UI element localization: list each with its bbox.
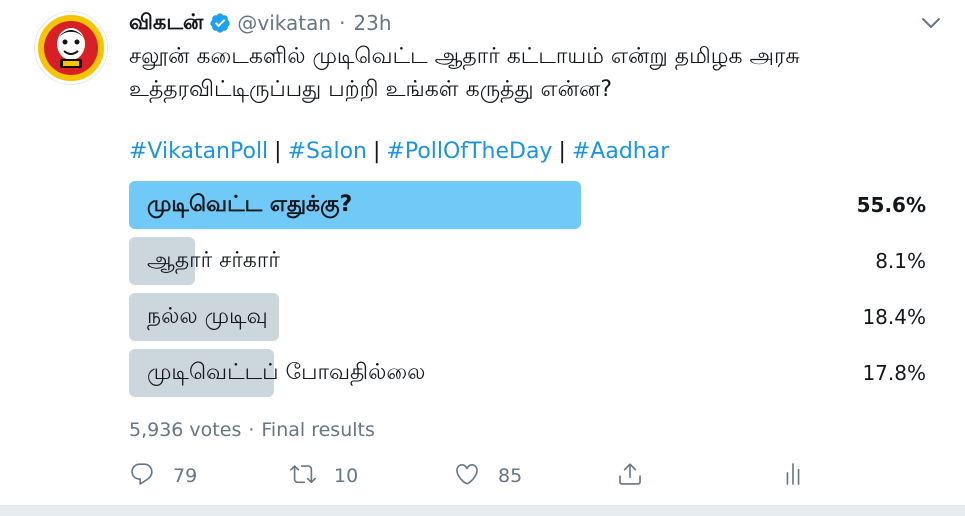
display-name[interactable]: விகடன் — [129, 10, 203, 37]
like-icon — [454, 461, 480, 491]
poll-option-percent: 8.1% — [875, 249, 926, 273]
analytics-button[interactable] — [780, 458, 806, 494]
reply-icon — [129, 461, 155, 491]
like-count: 85 — [498, 465, 523, 487]
poll-status: Final results — [261, 419, 375, 441]
chevron-down-icon[interactable] — [918, 12, 944, 34]
poll-option: ஆதார் சர்கார் 8.1% — [129, 237, 929, 285]
poll-meta-separator: · — [248, 419, 255, 441]
hashtag-separator: | — [558, 139, 566, 164]
header-separator: · — [339, 11, 346, 35]
share-icon — [617, 461, 643, 491]
retweet-icon — [290, 461, 316, 491]
poll-option-percent: 55.6% — [856, 193, 926, 217]
reply-button[interactable]: 79 — [129, 458, 197, 494]
hashtag-link[interactable]: #Salon — [288, 139, 367, 164]
hashtag-link[interactable]: #Aadhar — [572, 139, 669, 164]
share-button[interactable] — [617, 458, 643, 494]
hashtag-line: #VikatanPoll | #Salon | #PollOfTheDay | #Aadha… — [129, 136, 669, 168]
timestamp[interactable]: 23h — [353, 11, 391, 35]
retweet-button[interactable]: 10 — [290, 458, 358, 494]
verified-badge-icon — [209, 12, 231, 34]
retweet-count: 10 — [334, 465, 359, 487]
tweet-divider — [0, 505, 965, 516]
poll: முடிவெட்ட எதுக்கு? 55.6% ஆதார் சர்கார் 8… — [129, 181, 929, 405]
vikatan-logo — [38, 15, 104, 81]
poll-option: நல்ல முடிவு 18.4% — [129, 293, 929, 341]
poll-option-label: நல்ல முடிவு — [147, 304, 268, 329]
poll-votes: 5,936 votes — [129, 419, 242, 441]
hashtag-link[interactable]: #PollOfTheDay — [386, 139, 552, 164]
tweet-header: விகடன் @vikatan · 23h — [129, 8, 392, 38]
poll-option-label: ஆதார் சர்கார் — [147, 248, 280, 273]
handle[interactable]: @vikatan — [237, 11, 331, 35]
poll-option-label: முடிவெட்ட எதுக்கு? — [147, 192, 353, 217]
poll-option-label: முடிவெட்டப் போவதில்லை — [147, 360, 426, 385]
tweet: விகடன் @vikatan · 23h சலூன் கடைகளில் முட… — [0, 0, 965, 516]
hashtag-separator: | — [274, 139, 282, 164]
poll-option: முடிவெட்டப் போவதில்லை 17.8% — [129, 349, 929, 397]
avatar[interactable] — [35, 12, 107, 84]
analytics-icon — [780, 461, 806, 491]
poll-option: முடிவெட்ட எதுக்கு? 55.6% — [129, 181, 929, 229]
reply-count: 79 — [173, 465, 198, 487]
poll-option-percent: 18.4% — [862, 305, 926, 329]
tweet-text: சலூன் கடைகளில் முடிவெட்ட ஆதார் கட்டாயம் … — [129, 44, 800, 102]
poll-option-percent: 17.8% — [862, 361, 926, 385]
poll-meta: 5,936 votes · Final results — [129, 416, 375, 444]
hashtag-link[interactable]: #VikatanPoll — [129, 139, 268, 164]
tweet-actions: 79 10 85 — [129, 458, 829, 494]
like-button[interactable]: 85 — [454, 458, 522, 494]
hashtag-separator: | — [373, 139, 381, 164]
